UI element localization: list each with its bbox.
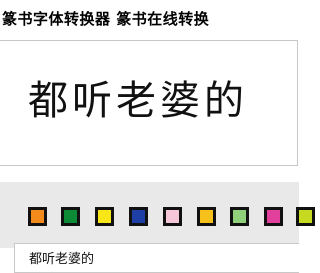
seal-script-preview-text: 都听老婆的 [28,78,248,124]
text-input[interactable]: 都听老婆的 [14,243,299,273]
color-swatch-yellow[interactable] [95,207,114,226]
color-swatch-green[interactable] [61,207,80,226]
color-swatch-light-green[interactable] [230,207,249,226]
color-swatch-blue[interactable] [129,207,148,226]
color-swatch-yellow-green[interactable] [296,207,315,226]
header-bar: 篆书字体转换器 篆书在线转换 [0,0,299,40]
page-title: 篆书字体转换器 篆书在线转换 [2,10,210,28]
color-swatch-gold[interactable] [197,207,216,226]
color-swatch-orange[interactable] [28,207,47,226]
color-swatch-magenta[interactable] [264,207,283,226]
color-swatch-pink[interactable] [163,207,182,226]
separator [0,166,299,182]
